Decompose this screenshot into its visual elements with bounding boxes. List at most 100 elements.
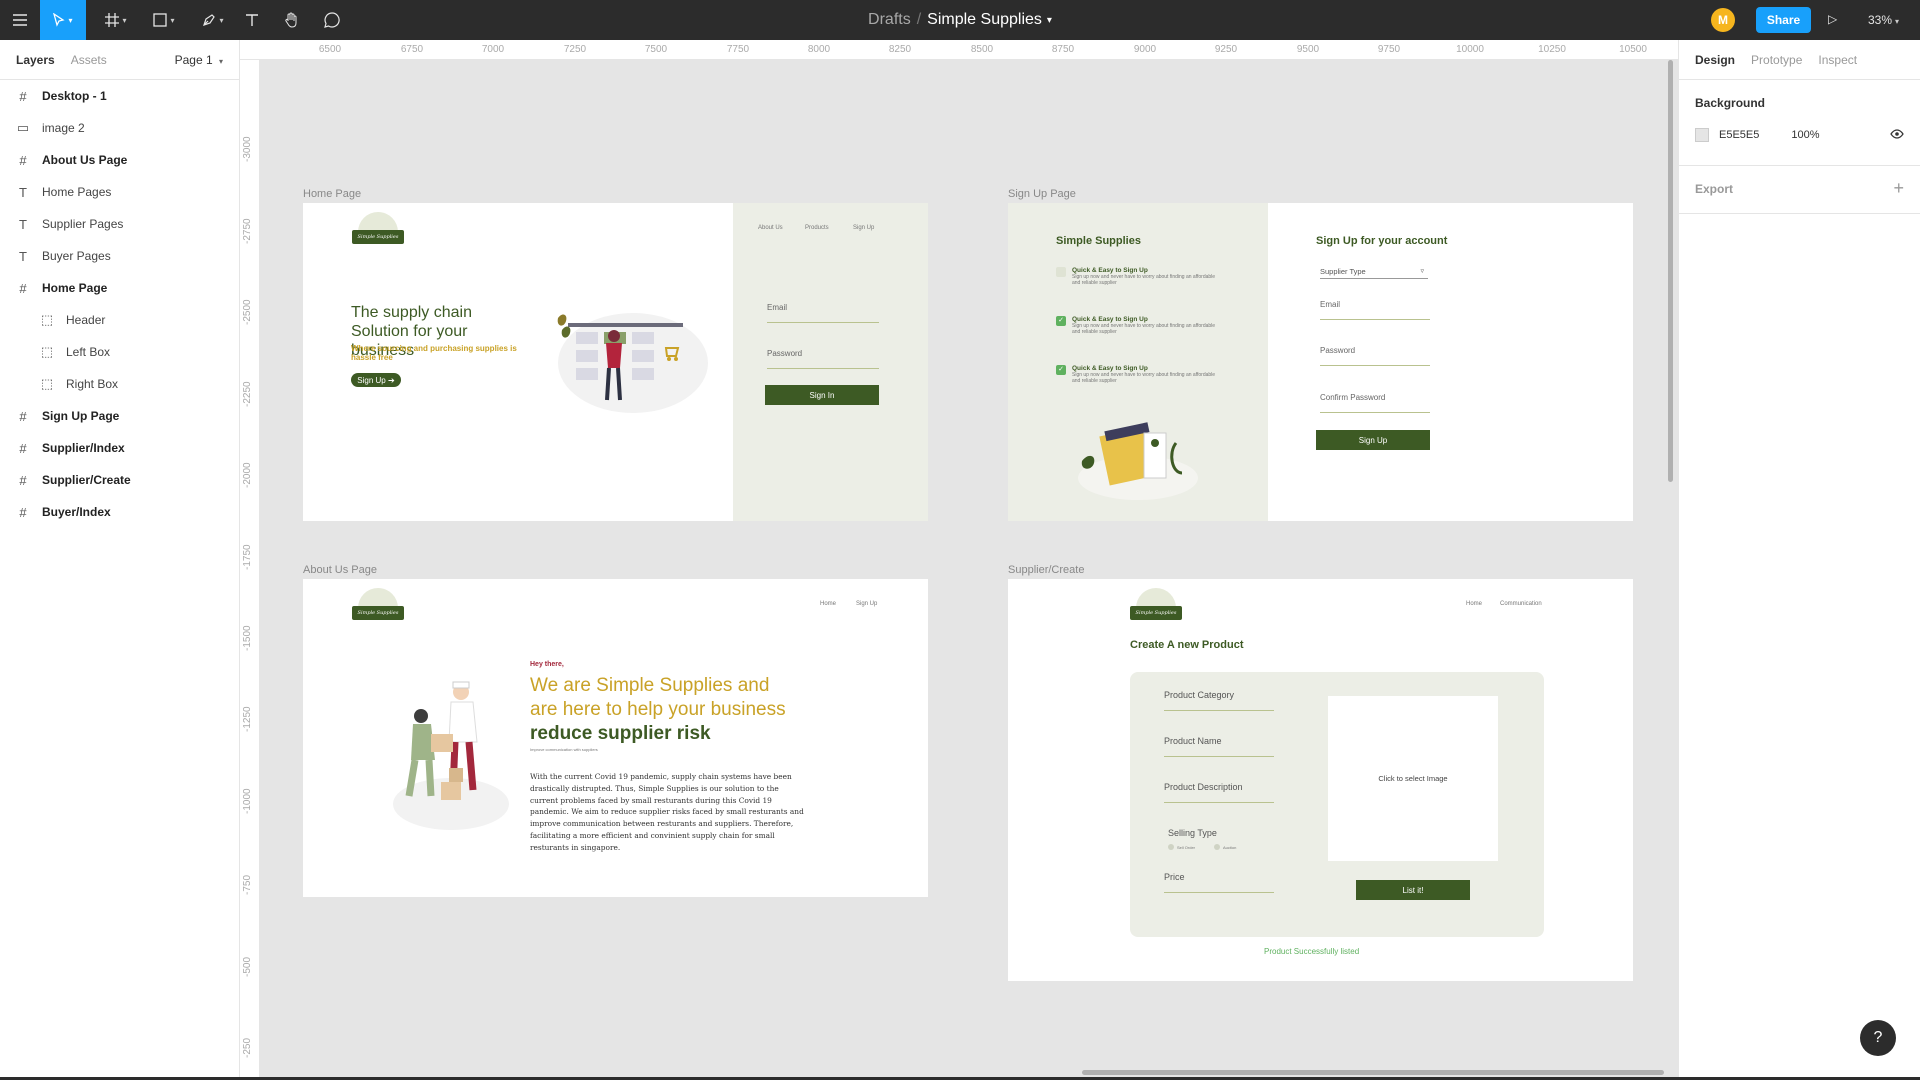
text-tool[interactable] xyxy=(240,0,264,40)
product-category-field[interactable]: Product Category xyxy=(1164,690,1274,711)
nav-products[interactable]: Products xyxy=(805,225,829,231)
text-layer-icon: T xyxy=(19,248,27,264)
nav-about-us[interactable]: About Us xyxy=(758,225,783,231)
nav-home[interactable]: Home xyxy=(1466,601,1482,607)
background-hex[interactable]: E5E5E5 xyxy=(1719,129,1759,141)
layer-right-box[interactable]: ⬚ Right Box xyxy=(0,368,239,400)
price-field[interactable]: Price xyxy=(1164,872,1274,893)
product-description-field[interactable]: Product Description xyxy=(1164,782,1274,803)
horizontal-ruler: 6500 6750 7000 7250 7500 7750 8000 8250 … xyxy=(240,40,1678,60)
layer-image-2[interactable]: ▭ image 2 xyxy=(0,112,239,144)
product-name-field[interactable]: Product Name xyxy=(1164,736,1274,757)
radio-label: Sell Order xyxy=(1177,844,1196,850)
checkbox-checked-icon: ✓ xyxy=(1056,316,1066,326)
ruler-tick: 9250 xyxy=(1214,44,1238,55)
ruler-tick: -2250 xyxy=(242,381,253,407)
breadcrumb-drafts[interactable]: Drafts xyxy=(868,11,911,29)
layer-about-us-page[interactable]: # About Us Page xyxy=(0,144,239,176)
hero-signup-button[interactable]: Sign Up ➔ xyxy=(351,373,401,387)
confirm-password-field[interactable]: Confirm Password xyxy=(1320,393,1430,413)
layer-label: Right Box xyxy=(66,377,119,391)
supplier-type-select[interactable]: Supplier Type ▿ xyxy=(1320,267,1428,279)
tab-design[interactable]: Design xyxy=(1695,53,1735,67)
about-headline-2: are here to help your business xyxy=(530,699,786,720)
layer-header[interactable]: ⬚ Header xyxy=(0,304,239,336)
avatar[interactable]: M xyxy=(1711,8,1735,32)
list-it-button[interactable]: List it! xyxy=(1356,880,1470,900)
signin-button[interactable]: Sign In xyxy=(765,385,879,405)
frame-label-about[interactable]: About Us Page xyxy=(303,564,377,576)
layer-desktop-1[interactable]: # Desktop - 1 xyxy=(0,80,239,112)
tab-layers[interactable]: Layers xyxy=(16,53,55,67)
layer-home-page[interactable]: # Home Page xyxy=(0,272,239,304)
share-button[interactable]: Share xyxy=(1756,7,1811,33)
frame-sign-up-page[interactable]: Simple Supplies Quick & Easy to Sign Up … xyxy=(1008,203,1633,521)
frame-home-page[interactable]: Simple Supplies The supply chain Solutio… xyxy=(303,203,928,521)
layer-left-box[interactable]: ⬚ Left Box xyxy=(0,336,239,368)
color-swatch[interactable] xyxy=(1695,128,1709,142)
image-upload-hint: Click to select Image xyxy=(1378,774,1448,783)
logo: Simple Supplies xyxy=(352,588,404,626)
comment-icon[interactable] xyxy=(320,0,344,40)
play-icon[interactable]: ▷ xyxy=(1828,12,1837,26)
password-field[interactable]: Password xyxy=(1320,346,1430,366)
ruler-tick: 8750 xyxy=(1051,44,1075,55)
eye-icon[interactable] xyxy=(1890,127,1904,142)
zoom-dropdown[interactable]: 33% ▾ xyxy=(1868,13,1899,27)
layer-buyer-index[interactable]: # Buyer/Index xyxy=(0,496,239,528)
tab-prototype[interactable]: Prototype xyxy=(1751,53,1802,67)
documents-illustration xyxy=(1078,422,1198,500)
layer-home-pages[interactable]: T Home Pages xyxy=(0,176,239,208)
frame-supplier-create[interactable]: Simple Supplies Home Communication Creat… xyxy=(1008,579,1633,981)
nav-communication[interactable]: Communication xyxy=(1500,601,1542,607)
ruler-tick: 10000 xyxy=(1456,44,1484,55)
layer-supplier-index[interactable]: # Supplier/Index xyxy=(0,432,239,464)
help-button[interactable]: ? xyxy=(1860,1020,1896,1056)
ruler-tick: 10250 xyxy=(1538,44,1566,55)
background-opacity[interactable]: 100% xyxy=(1791,129,1819,141)
logo: Simple Supplies xyxy=(352,212,404,250)
move-tool[interactable]: ▾ xyxy=(40,0,86,40)
feature-item: ✓ Quick & Easy to Sign Up Sign up now an… xyxy=(1056,316,1226,335)
layer-supplier-create[interactable]: # Supplier/Create xyxy=(0,464,239,496)
radio-auction[interactable]: Auction xyxy=(1214,844,1236,850)
hamburger-icon[interactable] xyxy=(8,0,32,40)
plus-icon[interactable]: + xyxy=(1893,178,1904,199)
layer-label: Buyer Pages xyxy=(42,249,111,263)
radio-sell-order[interactable]: Sell Order xyxy=(1168,844,1195,850)
file-name[interactable]: Simple Supplies xyxy=(927,11,1042,29)
shape-tool[interactable]: ▾ xyxy=(146,0,182,40)
layer-supplier-pages[interactable]: T Supplier Pages xyxy=(0,208,239,240)
ruler-tick: 6500 xyxy=(318,44,342,55)
design-canvas[interactable]: Home Page Simple Supplies The supply cha… xyxy=(261,60,1678,1077)
email-field[interactable]: Email xyxy=(767,303,879,323)
signup-submit-button[interactable]: Sign Up xyxy=(1316,430,1430,450)
tab-assets[interactable]: Assets xyxy=(71,53,107,67)
nav-sign-up[interactable]: Sign Up xyxy=(853,225,874,231)
vertical-scrollbar[interactable] xyxy=(1668,60,1673,482)
layer-label: Home Page xyxy=(42,281,108,295)
layer-label: Desktop - 1 xyxy=(42,89,107,103)
hand-tool[interactable] xyxy=(280,0,304,40)
password-field[interactable]: Password xyxy=(767,349,879,369)
page-selector[interactable]: Page 1 ▾ xyxy=(175,53,223,67)
frame-label-signup[interactable]: Sign Up Page xyxy=(1008,188,1076,200)
layer-sign-up-page[interactable]: # Sign Up Page xyxy=(0,400,239,432)
nav-sign-up[interactable]: Sign Up xyxy=(856,601,877,607)
pen-tool[interactable]: ▾ xyxy=(195,0,231,40)
frame-label-home[interactable]: Home Page xyxy=(303,188,361,200)
ruler-tick: 8250 xyxy=(888,44,912,55)
frame-about-us-page[interactable]: Simple Supplies Home Sign Up Hey there, … xyxy=(303,579,928,897)
radio-icon xyxy=(1214,844,1220,850)
logo-text: Simple Supplies xyxy=(352,606,404,620)
email-field[interactable]: Email xyxy=(1320,300,1430,320)
tab-inspect[interactable]: Inspect xyxy=(1818,53,1857,67)
frame-label-create[interactable]: Supplier/Create xyxy=(1008,564,1084,576)
image-upload-box[interactable]: Click to select Image xyxy=(1328,696,1498,861)
layer-buyer-pages[interactable]: T Buyer Pages xyxy=(0,240,239,272)
frame-tool[interactable]: ▾ xyxy=(98,0,134,40)
nav-home[interactable]: Home xyxy=(820,601,836,607)
about-headline-1: We are Simple Supplies and xyxy=(530,675,770,696)
chevron-down-icon[interactable]: ▾ xyxy=(1047,15,1052,26)
horizontal-scrollbar[interactable] xyxy=(1082,1070,1664,1075)
